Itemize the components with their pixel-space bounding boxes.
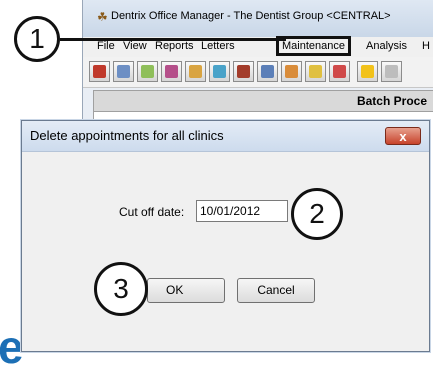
app-titlebar: ☘ Dentrix Office Manager - The Dentist G… bbox=[83, 0, 433, 37]
tooth-icon: ☘ bbox=[97, 10, 108, 24]
close-icon: x bbox=[399, 129, 407, 144]
toolbar-button[interactable] bbox=[113, 61, 134, 82]
document-icon bbox=[385, 65, 398, 78]
toolbar-button[interactable] bbox=[137, 61, 158, 82]
app-title: Dentrix Office Manager - The Dentist Gro… bbox=[111, 10, 391, 22]
lightning-icon bbox=[361, 65, 374, 78]
batch-processor-header: Batch Proce bbox=[93, 90, 433, 112]
cancel-button[interactable]: Cancel bbox=[237, 278, 315, 303]
dialog-title: Delete appointments for all clinics bbox=[30, 128, 224, 143]
toolbar-button[interactable] bbox=[233, 61, 254, 82]
briefcase-icon bbox=[237, 65, 250, 78]
toolbar-button[interactable] bbox=[89, 61, 110, 82]
toolbar-button[interactable] bbox=[305, 61, 326, 82]
menu-maintenance[interactable]: Maintenance bbox=[276, 36, 351, 56]
toolbar-button[interactable] bbox=[185, 61, 206, 82]
menu-help[interactable]: H bbox=[422, 40, 430, 52]
toolbar-button[interactable] bbox=[209, 61, 230, 82]
menu-letters[interactable]: Letters bbox=[201, 40, 235, 52]
callout-1-connector bbox=[60, 38, 286, 41]
book-icon bbox=[165, 65, 178, 78]
menu-file[interactable]: File bbox=[97, 40, 115, 52]
dialog-titlebar: Delete appointments for all clinics x bbox=[22, 121, 429, 152]
card-icon bbox=[117, 65, 130, 78]
delete-appointments-dialog: Delete appointments for all clinics x Cu… bbox=[21, 120, 430, 352]
cutoff-date-input[interactable] bbox=[196, 200, 288, 222]
menu-reports[interactable]: Reports bbox=[155, 40, 194, 52]
toolbar-button[interactable] bbox=[281, 61, 302, 82]
callout-3: 3 bbox=[94, 262, 148, 316]
menu-analysis[interactable]: Analysis bbox=[366, 40, 407, 52]
building-icon bbox=[93, 65, 106, 78]
menu-view[interactable]: View bbox=[123, 40, 147, 52]
toolbar-button[interactable] bbox=[161, 61, 182, 82]
callout-2: 2 bbox=[291, 188, 343, 240]
ok-button[interactable]: OK bbox=[147, 278, 225, 303]
toolbar-button[interactable] bbox=[381, 61, 402, 82]
callout-1: 1 bbox=[14, 16, 60, 62]
toolbar bbox=[83, 57, 433, 88]
toolbar-button[interactable] bbox=[357, 61, 378, 82]
calendar-icon bbox=[285, 65, 298, 78]
check-icon bbox=[309, 65, 322, 78]
graph-icon bbox=[333, 65, 346, 78]
close-button[interactable]: x bbox=[385, 127, 421, 145]
cutoff-date-label: Cut off date: bbox=[119, 205, 185, 219]
edit-icon bbox=[213, 65, 226, 78]
toolbar-button[interactable] bbox=[329, 61, 350, 82]
person-icon bbox=[261, 65, 274, 78]
chart-icon bbox=[141, 65, 154, 78]
pencil-icon bbox=[189, 65, 202, 78]
toolbar-button[interactable] bbox=[257, 61, 278, 82]
